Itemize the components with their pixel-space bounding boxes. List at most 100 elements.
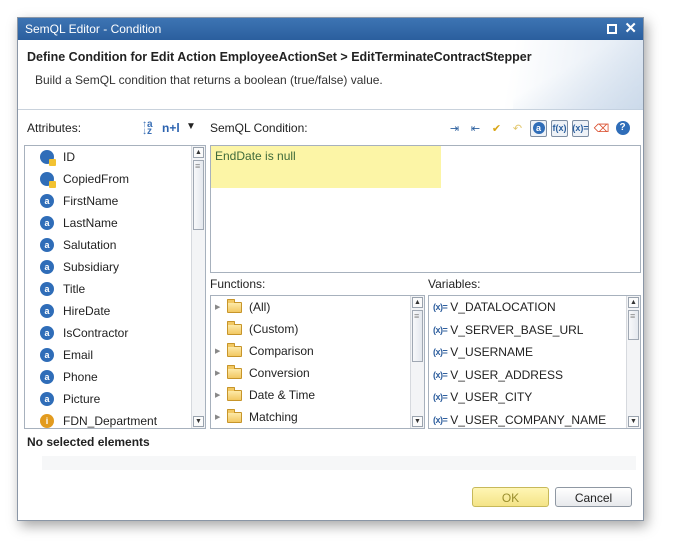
variables-scrollbar[interactable]: ▲ ▼ xyxy=(626,296,640,428)
list-item[interactable]: a Salutation xyxy=(25,234,191,256)
chevron-down-icon[interactable]: ▼ xyxy=(186,121,196,132)
scroll-down-icon[interactable]: ▼ xyxy=(193,416,204,427)
attribute-label: LastName xyxy=(63,216,118,230)
list-item[interactable]: a IsContractor xyxy=(25,322,191,344)
variable-label: V_USER_CITY xyxy=(450,390,533,405)
relationship-icon: i xyxy=(40,414,54,428)
function-category-label: (Custom) xyxy=(249,322,299,336)
expand-arrow-icon[interactable]: ▶ xyxy=(215,303,227,311)
list-item[interactable]: (x)= V_SERVER_BASE_URL xyxy=(429,319,626,342)
selection-area xyxy=(42,456,636,470)
variable-icon: (x)= xyxy=(433,414,448,425)
editor-toolbar: ⇥ ⇤ ✔ ↶ a f(x) (x)= ⌫ ? xyxy=(446,118,631,138)
tree-item[interactable]: (Custom) xyxy=(211,318,410,340)
scroll-down-icon[interactable]: ▼ xyxy=(628,416,639,427)
variables-toggle-icon[interactable]: (x)= xyxy=(572,119,589,137)
expand-arrow-icon[interactable]: ▶ xyxy=(215,369,227,377)
clear-icon[interactable]: ⌫ xyxy=(593,120,610,137)
condition-text: EndDate is null xyxy=(215,149,296,163)
tree-item[interactable]: ▶ Comparison xyxy=(211,340,410,362)
list-item[interactable]: (x)= V_USER_COMPANY_NAME xyxy=(429,409,626,429)
attribute-icon: a xyxy=(40,260,54,274)
header-subtitle: Build a SemQL condition that returns a b… xyxy=(35,73,383,87)
scroll-up-icon[interactable]: ▲ xyxy=(628,297,639,308)
expand-arrow-icon[interactable]: ▶ xyxy=(215,413,227,421)
window-controls: ✕ xyxy=(607,18,637,40)
semql-condition-editor[interactable]: EndDate is null xyxy=(210,145,641,273)
scroll-thumb[interactable] xyxy=(193,160,204,230)
list-item[interactable]: a Email xyxy=(25,344,191,366)
reference-attribute-icon xyxy=(40,150,56,166)
attribute-icon: a xyxy=(40,216,54,230)
attributes-list-panel[interactable]: ID CopiedFrom a FirstName a LastName a Salutati… xyxy=(24,145,206,429)
attributes-scrollbar[interactable]: ▲ ▼ xyxy=(191,146,205,428)
expand-arrow-icon[interactable]: ▶ xyxy=(215,391,227,399)
functions-toggle-icon[interactable]: f(x) xyxy=(551,119,568,137)
header-decoration xyxy=(513,40,643,110)
list-item[interactable]: CopiedFrom xyxy=(25,168,191,190)
expand-arrow-icon[interactable]: ▶ xyxy=(215,347,227,355)
variable-label: V_USER_COMPANY_NAME xyxy=(450,412,607,427)
list-item[interactable]: a FirstName xyxy=(25,190,191,212)
variables-label: Variables: xyxy=(428,277,481,291)
tree-item[interactable]: ▶ Matching xyxy=(211,406,410,428)
variable-label: V_SERVER_BASE_URL xyxy=(450,322,584,337)
list-item[interactable]: (x)= V_USERNAME xyxy=(429,341,626,364)
list-item[interactable]: (x)= V_USER_CITY xyxy=(429,386,626,409)
attributes-label: Attributes: xyxy=(27,121,82,135)
list-item[interactable]: (x)= V_USER_ADDRESS xyxy=(429,364,626,387)
tree-item[interactable]: ▶ Conversion xyxy=(211,362,410,384)
list-item[interactable]: a LastName xyxy=(25,212,191,234)
attribute-label: ID xyxy=(63,150,75,164)
attribute-label: Email xyxy=(63,348,94,362)
attribute-icon: a xyxy=(40,282,54,296)
sort-az-icon[interactable]: ↑a ↓z xyxy=(142,120,156,137)
function-category-label: Conversion xyxy=(249,366,310,380)
list-item[interactable]: a Picture xyxy=(25,388,191,410)
functions-tree: ▶ (All) (Custom) ▶ Comparison ▶ Conversion ▶ Dat… xyxy=(211,296,410,428)
semql-condition-label: SemQL Condition: xyxy=(210,121,308,135)
attribute-toggle-icon[interactable]: a xyxy=(530,119,547,137)
outdent-icon[interactable]: ⇤ xyxy=(467,120,484,137)
cancel-button[interactable]: Cancel xyxy=(555,487,632,507)
indent-icon[interactable]: ⇥ xyxy=(446,120,463,137)
ok-button[interactable]: OK xyxy=(472,487,549,507)
list-item[interactable]: ID xyxy=(25,146,191,168)
variable-label: V_DATALOCATION xyxy=(450,300,556,315)
attribute-label: Phone xyxy=(63,370,98,384)
scroll-up-icon[interactable]: ▲ xyxy=(193,147,204,158)
attribute-label: CopiedFrom xyxy=(63,172,130,186)
maximize-icon[interactable] xyxy=(607,24,618,34)
attribute-label: HireDate xyxy=(63,304,111,318)
variables-list-panel[interactable]: (x)= V_DATALOCATION (x)= V_SERVER_BASE_URL(… xyxy=(428,295,641,429)
attribute-icon: a xyxy=(40,194,54,208)
validate-icon[interactable]: ✔ xyxy=(488,120,505,137)
list-item[interactable]: a HireDate xyxy=(25,300,191,322)
attribute-label: Picture xyxy=(63,392,101,406)
functions-tree-panel[interactable]: ▶ (All) (Custom) ▶ Comparison ▶ Conversion ▶ Dat… xyxy=(210,295,425,429)
functions-scrollbar[interactable]: ▲ ▼ xyxy=(410,296,424,428)
folder-icon xyxy=(227,364,242,379)
close-icon[interactable]: ✕ xyxy=(624,18,637,40)
variable-icon: (x)= xyxy=(433,347,448,358)
list-item[interactable]: (x)= V_DATALOCATION xyxy=(429,296,626,319)
scroll-thumb[interactable] xyxy=(412,310,423,362)
variable-icon: (x)= xyxy=(433,369,448,380)
list-item[interactable]: i FDN_Department xyxy=(25,410,191,428)
list-item[interactable]: a Title xyxy=(25,278,191,300)
help-icon[interactable]: ? xyxy=(614,120,631,137)
scroll-up-icon[interactable]: ▲ xyxy=(412,297,423,308)
name-label-toggle[interactable]: n+l xyxy=(162,121,180,135)
scroll-thumb[interactable] xyxy=(628,310,639,340)
list-item[interactable]: a Subsidiary xyxy=(25,256,191,278)
list-item[interactable]: a Phone xyxy=(25,366,191,388)
scroll-down-icon[interactable]: ▼ xyxy=(412,416,423,427)
tree-item[interactable]: ▶ Date & Time xyxy=(211,384,410,406)
undo-icon[interactable]: ↶ xyxy=(509,120,526,137)
title-bar[interactable]: SemQL Editor - Condition ✕ xyxy=(18,18,643,40)
semql-editor-dialog: SemQL Editor - Condition ✕ Define Condit… xyxy=(17,17,644,521)
attributes-list: ID CopiedFrom a FirstName a LastName a Salutati… xyxy=(25,146,191,428)
function-category-label: (All) xyxy=(249,300,271,314)
tree-item[interactable]: ▶ (All) xyxy=(211,296,410,318)
functions-label: Functions: xyxy=(210,277,266,291)
